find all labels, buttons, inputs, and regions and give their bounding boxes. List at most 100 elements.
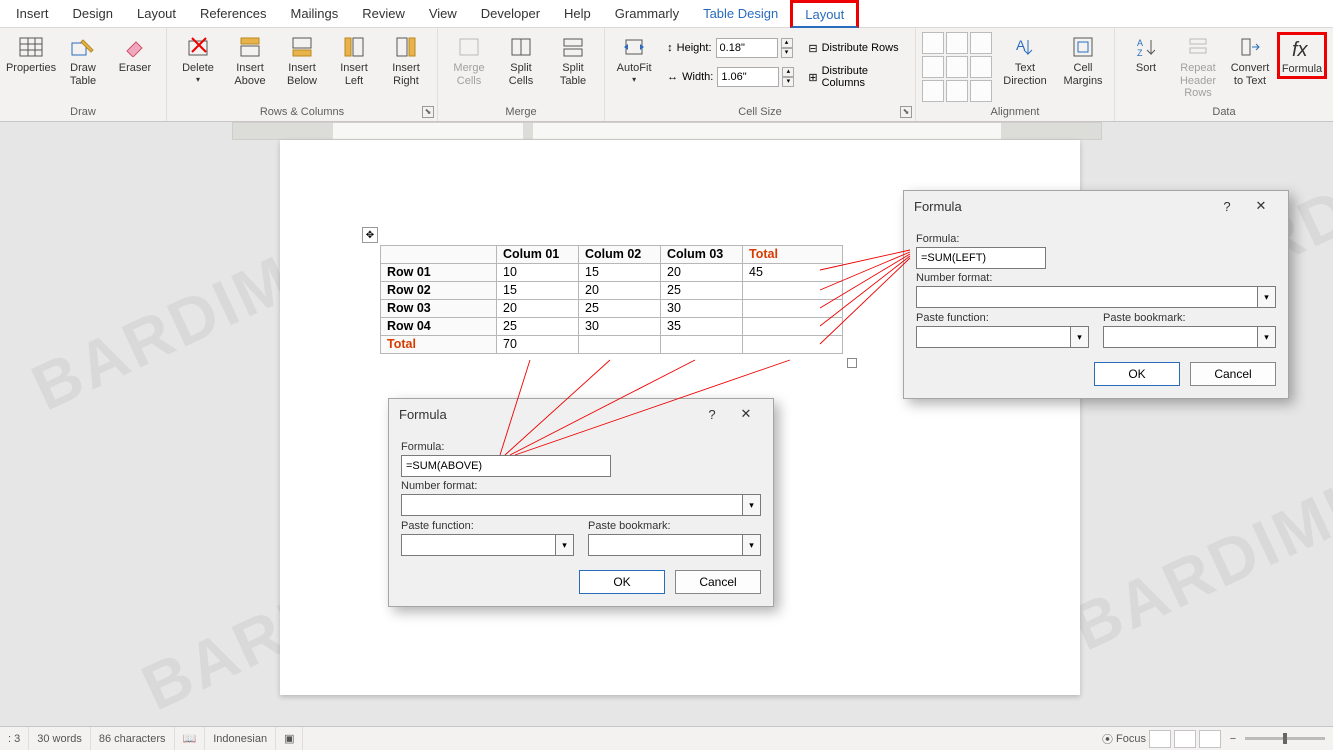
- tab-help[interactable]: Help: [552, 2, 603, 25]
- view-web-button[interactable]: [1199, 730, 1221, 748]
- autofit-icon: [620, 34, 648, 60]
- split-table-icon: [559, 34, 587, 60]
- insert-left-button[interactable]: Insert Left: [329, 32, 379, 89]
- dropdown-icon[interactable]: ▾: [743, 534, 761, 556]
- ribbon: Properties Draw Table Eraser Draw Delete…: [0, 28, 1333, 122]
- distribute-cols-button[interactable]: ⊞Distribute Columns: [804, 65, 909, 89]
- status-macro[interactable]: ▣: [276, 727, 303, 750]
- status-language[interactable]: Indonesian: [205, 727, 276, 750]
- spin-down[interactable]: ▾: [782, 77, 794, 87]
- table-row[interactable]: Row 04253035: [381, 318, 843, 336]
- tab-design[interactable]: Design: [61, 2, 125, 25]
- convert-to-text-button[interactable]: Convert to Text: [1225, 32, 1275, 89]
- table-move-handle[interactable]: ✥: [362, 227, 378, 243]
- dropdown-icon[interactable]: ▾: [1071, 326, 1089, 348]
- delete-button[interactable]: Delete▾: [173, 32, 223, 86]
- height-field[interactable]: 0.18": [716, 38, 778, 58]
- align-mr[interactable]: [970, 56, 992, 78]
- dropdown-icon[interactable]: ▾: [1258, 286, 1276, 308]
- insert-below-button[interactable]: Insert Below: [277, 32, 327, 89]
- table-row[interactable]: Row 02152025: [381, 282, 843, 300]
- tab-table-design[interactable]: Table Design: [691, 2, 790, 25]
- insert-above-button[interactable]: Insert Above: [225, 32, 275, 89]
- tab-mailings[interactable]: Mailings: [279, 2, 351, 25]
- paste-function-combo[interactable]: [916, 326, 1071, 348]
- close-button[interactable]: ✕: [729, 406, 763, 422]
- dialog-launcher[interactable]: ⬊: [900, 106, 912, 118]
- spin-up[interactable]: ▴: [782, 67, 794, 77]
- dialog-title: Formula: [914, 199, 962, 214]
- dropdown-icon[interactable]: ▾: [556, 534, 574, 556]
- distribute-rows-button[interactable]: ⊟Distribute Rows: [804, 36, 909, 60]
- text-direction-button[interactable]: A Text Direction: [1000, 32, 1050, 89]
- split-cells-icon: [507, 34, 535, 60]
- formula-button[interactable]: fx Formula: [1277, 32, 1327, 79]
- status-chars[interactable]: 86 characters: [91, 727, 175, 750]
- tab-table-layout[interactable]: Layout: [790, 0, 859, 28]
- text-direction-icon: A: [1011, 34, 1039, 60]
- sort-button[interactable]: AZ Sort: [1121, 32, 1171, 77]
- number-format-combo[interactable]: [401, 494, 743, 516]
- align-tr[interactable]: [970, 32, 992, 54]
- align-br[interactable]: [970, 80, 992, 102]
- width-label: Width:: [682, 71, 713, 83]
- number-format-combo[interactable]: [916, 286, 1258, 308]
- paste-bookmark-combo[interactable]: [1103, 326, 1258, 348]
- paste-function-combo[interactable]: [401, 534, 556, 556]
- spin-down[interactable]: ▾: [781, 48, 793, 58]
- tab-insert[interactable]: Insert: [4, 2, 61, 25]
- merge-cells-button: Merge Cells: [444, 32, 494, 89]
- help-button[interactable]: ?: [695, 407, 729, 422]
- autofit-button[interactable]: AutoFit▾: [611, 32, 657, 86]
- align-tl[interactable]: [922, 32, 944, 54]
- table-row[interactable]: Row 03202530: [381, 300, 843, 318]
- tab-grammarly[interactable]: Grammarly: [603, 2, 691, 25]
- table-resize-handle[interactable]: [847, 358, 857, 368]
- status-spellcheck[interactable]: 📖: [175, 727, 206, 750]
- formula-input[interactable]: =SUM(LEFT): [916, 247, 1046, 269]
- zoom-out-button[interactable]: −: [1224, 733, 1242, 745]
- ok-button[interactable]: OK: [1094, 362, 1180, 386]
- tab-review[interactable]: Review: [350, 2, 417, 25]
- properties-button[interactable]: Properties: [6, 32, 56, 77]
- help-button[interactable]: ?: [1210, 199, 1244, 214]
- zoom-slider[interactable]: [1245, 737, 1325, 740]
- cancel-button[interactable]: Cancel: [1190, 362, 1276, 386]
- table-row[interactable]: Row 0110152045: [381, 264, 843, 282]
- table-row[interactable]: Colum 01 Colum 02 Colum 03 Total: [381, 246, 843, 264]
- tab-developer[interactable]: Developer: [469, 2, 552, 25]
- draw-table-button[interactable]: Draw Table: [58, 32, 108, 89]
- pencil-icon: [69, 34, 97, 60]
- tab-layout-page[interactable]: Layout: [125, 2, 188, 25]
- tab-references[interactable]: References: [188, 2, 278, 25]
- tab-view[interactable]: View: [417, 2, 469, 25]
- paste-bookmark-label: Paste bookmark:: [1103, 312, 1276, 324]
- status-words[interactable]: 30 words: [29, 727, 91, 750]
- eraser-button[interactable]: Eraser: [110, 32, 160, 77]
- dropdown-icon[interactable]: ▾: [743, 494, 761, 516]
- view-print-button[interactable]: [1174, 730, 1196, 748]
- ribbon-tabs: Insert Design Layout References Mailings…: [0, 0, 1333, 28]
- cancel-button[interactable]: Cancel: [675, 570, 761, 594]
- width-field[interactable]: 1.06": [717, 67, 779, 87]
- dialog-launcher[interactable]: ⬊: [422, 106, 434, 118]
- view-read-button[interactable]: [1149, 730, 1171, 748]
- paste-bookmark-combo[interactable]: [588, 534, 743, 556]
- align-bl[interactable]: [922, 80, 944, 102]
- split-cells-button[interactable]: Split Cells: [496, 32, 546, 89]
- align-ml[interactable]: [922, 56, 944, 78]
- align-bc[interactable]: [946, 80, 968, 102]
- dropdown-icon[interactable]: ▾: [1258, 326, 1276, 348]
- close-button[interactable]: ✕: [1244, 198, 1278, 214]
- status-page[interactable]: : 3: [0, 727, 29, 750]
- status-focus[interactable]: Focus: [1116, 733, 1146, 745]
- ok-button[interactable]: OK: [579, 570, 665, 594]
- cell-margins-button[interactable]: Cell Margins: [1058, 32, 1108, 89]
- align-tc[interactable]: [946, 32, 968, 54]
- insert-right-button[interactable]: Insert Right: [381, 32, 431, 89]
- table-row[interactable]: Total70: [381, 336, 843, 354]
- spin-up[interactable]: ▴: [781, 38, 793, 48]
- formula-input[interactable]: =SUM(ABOVE): [401, 455, 611, 477]
- align-mc[interactable]: [946, 56, 968, 78]
- split-table-button[interactable]: Split Table: [548, 32, 598, 89]
